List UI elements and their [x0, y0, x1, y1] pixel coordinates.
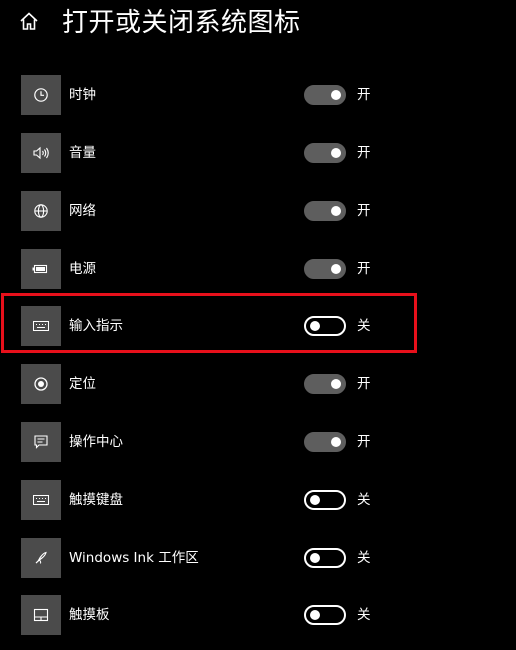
touch-keyboard-icon: [21, 480, 61, 520]
clock-icon: [21, 75, 61, 115]
toggle-state-text: 关: [357, 492, 371, 508]
toggle-knob: [310, 321, 320, 331]
touchpad-toggle[interactable]: [304, 605, 346, 625]
touchpad-icon: [21, 595, 61, 635]
setting-row-action-center: 操作中心 开: [0, 422, 516, 462]
power-toggle[interactable]: [304, 259, 346, 279]
keyboard-icon: [21, 306, 61, 346]
setting-row-windows-ink: Windows Ink 工作区 关: [0, 538, 516, 578]
action-center-toggle[interactable]: [304, 432, 346, 452]
page-title: 打开或关闭系统图标: [62, 8, 301, 38]
network-toggle[interactable]: [304, 201, 346, 221]
setting-row-volume: 音量 开: [0, 133, 516, 173]
toggle-knob: [331, 148, 341, 158]
battery-icon: [21, 249, 61, 289]
setting-row-input-indicator: 输入指示 关: [0, 306, 516, 346]
setting-label: 操作中心: [69, 434, 123, 450]
setting-label: 触摸键盘: [69, 492, 123, 508]
toggle-state-text: 开: [357, 376, 371, 392]
action-center-icon: [21, 422, 61, 462]
toggle-knob: [331, 206, 341, 216]
toggle-knob: [331, 437, 341, 447]
setting-row-power: 电源 开: [0, 249, 516, 289]
setting-row-location: 定位 开: [0, 364, 516, 404]
windows-ink-toggle[interactable]: [304, 548, 346, 568]
touch-keyboard-toggle[interactable]: [304, 490, 346, 510]
toggle-state-text: 开: [357, 203, 371, 219]
toggle-knob: [310, 553, 320, 563]
setting-label: 网络: [69, 203, 96, 219]
home-icon[interactable]: [18, 10, 40, 32]
toggle-state-text: 开: [357, 87, 371, 103]
toggle-state-text: 关: [357, 550, 371, 566]
clock-toggle[interactable]: [304, 85, 346, 105]
toggle-state-text: 开: [357, 434, 371, 450]
setting-label: 定位: [69, 376, 96, 392]
setting-label: 电源: [69, 261, 96, 277]
toggle-knob: [310, 610, 320, 620]
volume-icon: [21, 133, 61, 173]
setting-label: 输入指示: [69, 318, 123, 334]
toggle-knob: [310, 495, 320, 505]
setting-row-touchpad: 触摸板 关: [0, 595, 516, 635]
toggle-state-text: 关: [357, 607, 371, 623]
toggle-knob: [331, 264, 341, 274]
input-indicator-toggle[interactable]: [304, 316, 346, 336]
setting-label: Windows Ink 工作区: [69, 550, 199, 566]
toggle-state-text: 开: [357, 145, 371, 161]
volume-toggle[interactable]: [304, 143, 346, 163]
setting-label: 触摸板: [69, 607, 110, 623]
globe-icon: [21, 191, 61, 231]
location-toggle[interactable]: [304, 374, 346, 394]
setting-row-clock: 时钟 开: [0, 75, 516, 115]
setting-row-network: 网络 开: [0, 191, 516, 231]
toggle-state-text: 开: [357, 261, 371, 277]
toggle-knob: [331, 90, 341, 100]
pen-icon: [21, 538, 61, 578]
toggle-knob: [331, 379, 341, 389]
location-icon: [21, 364, 61, 404]
setting-row-touch-keyboard: 触摸键盘 关: [0, 480, 516, 520]
page-header: 打开或关闭系统图标: [0, 0, 516, 50]
toggle-state-text: 关: [357, 318, 371, 334]
setting-label: 音量: [69, 145, 96, 161]
setting-label: 时钟: [69, 87, 96, 103]
